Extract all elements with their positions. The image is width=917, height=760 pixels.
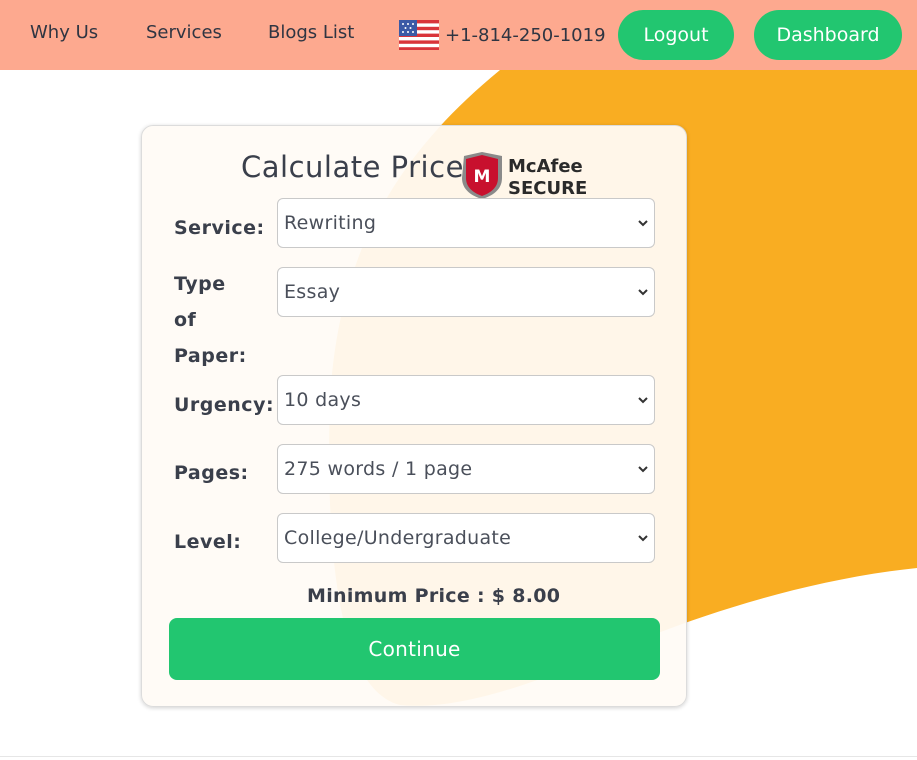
logout-button[interactable]: Logout	[618, 10, 734, 60]
chevron-down-icon	[638, 289, 648, 296]
price-calculator-card: Calculate Price M McAfee SECURE Service:…	[141, 125, 687, 707]
pages-label: Pages:	[174, 462, 249, 484]
pages-select-value: 275 words / 1 page	[284, 458, 473, 480]
continue-button[interactable]: Continue	[169, 618, 660, 680]
paper-type-select[interactable]: Essay	[277, 267, 655, 317]
chevron-down-icon	[638, 466, 648, 473]
nav-link-why-us[interactable]: Why Us	[30, 22, 98, 43]
level-label: Level:	[174, 531, 242, 553]
chevron-down-icon	[638, 397, 648, 404]
pages-select[interactable]: 275 words / 1 page	[277, 444, 655, 494]
urgency-select[interactable]: 10 days	[277, 375, 655, 425]
minimum-price: Minimum Price : $ 8.00	[307, 585, 561, 607]
bottom-divider	[0, 756, 917, 757]
phone-contact[interactable]: +1-814-250-1019	[399, 18, 606, 52]
paper-type-label: Type of Paper:	[174, 273, 247, 367]
level-select[interactable]: College/Undergraduate	[277, 513, 655, 563]
chevron-down-icon	[638, 220, 648, 227]
service-select-value: Rewriting	[284, 212, 377, 234]
urgency-select-value: 10 days	[284, 389, 362, 411]
svg-text:M: M	[474, 167, 491, 187]
nav-link-blogs-list[interactable]: Blogs List	[268, 22, 354, 43]
service-select[interactable]: Rewriting	[277, 198, 655, 248]
calculator-title: Calculate Price	[241, 150, 464, 184]
chevron-down-icon	[638, 535, 648, 542]
badge-tag: SECURE	[508, 178, 587, 199]
nav-link-services[interactable]: Services	[146, 22, 222, 43]
urgency-label: Urgency:	[174, 394, 275, 416]
level-select-value: College/Undergraduate	[284, 527, 512, 549]
dashboard-button[interactable]: Dashboard	[754, 10, 902, 60]
phone-number[interactable]: +1-814-250-1019	[445, 25, 606, 46]
us-flag-icon	[399, 20, 439, 50]
top-navbar: Why Us Services Blogs List +1-814-250-10…	[0, 0, 917, 70]
service-label: Service:	[174, 217, 265, 239]
paper-type-select-value: Essay	[284, 281, 341, 303]
badge-brand: McAfee	[508, 156, 583, 177]
mcafee-secure-badge: M McAfee SECURE	[462, 152, 587, 199]
